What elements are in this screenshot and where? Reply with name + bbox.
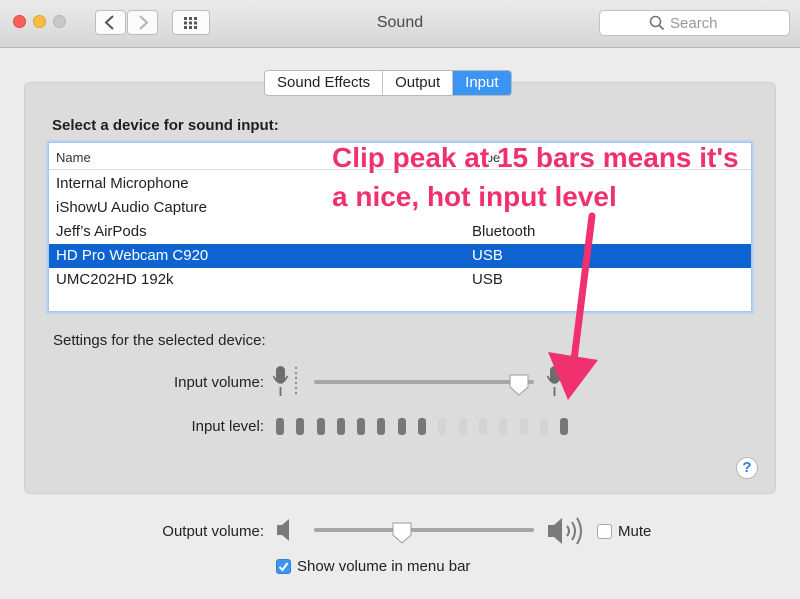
checkmark-icon [278,562,289,572]
device-name: Internal Microphone [56,175,189,192]
search-icon [649,15,665,31]
table-row[interactable]: UMC202HD 192k USB [49,268,751,292]
level-bar [438,418,447,435]
level-bar [499,418,508,435]
settings-heading: Settings for the selected device: [53,332,266,349]
level-bar [539,418,548,435]
input-level-label: Input level: [191,418,264,435]
tab-output[interactable]: Output [383,71,454,95]
device-type: USB [472,247,503,264]
help-button[interactable]: ? [736,457,758,479]
speaker-high-icon [548,517,582,545]
level-bar [418,418,427,435]
input-level-meter [276,418,580,435]
device-name: UMC202HD 192k [56,271,174,288]
device-name: iShowU Audio Capture [56,199,207,216]
mute-checkbox[interactable] [597,524,612,539]
device-type: Bluetooth [472,223,536,240]
show-volume-checkbox[interactable] [276,559,291,574]
level-bar [519,418,528,435]
level-bar [296,418,305,435]
show-volume-label: Show volume in menu bar [297,558,471,575]
annotation-line-2: a nice, hot input level [332,181,617,212]
device-name: HD Pro Webcam C920 [56,247,209,264]
output-volume-track [314,528,534,532]
output-volume-slider[interactable] [391,521,413,545]
device-type: USB [472,271,503,288]
table-row[interactable]: Jeff’s AirPods Bluetooth [49,220,751,244]
level-bar [478,418,487,435]
level-bar [316,418,325,435]
level-peak-bar [560,418,569,435]
level-bar [377,418,386,435]
column-header-name[interactable]: Name [56,150,91,165]
speaker-low-icon [277,519,289,541]
device-name: Jeff’s AirPods [56,223,147,240]
level-bar [276,418,284,435]
search-field[interactable]: Search [599,10,790,36]
level-bar [458,418,467,435]
output-volume-label: Output volume: [162,523,264,540]
tab-input[interactable]: Input [453,71,511,95]
annotation-text: Clip peak at 15 bars means it's a nice, … [332,138,739,216]
level-bar [397,418,406,435]
annotation-line-1: Clip peak at 15 bars means it's [332,142,739,173]
input-volume-slider[interactable] [508,373,530,397]
select-device-heading: Select a device for sound input: [52,117,279,134]
input-volume-label: Input volume: [173,374,264,391]
table-row-selected[interactable]: HD Pro Webcam C920 USB [49,244,751,268]
tab-sound-effects[interactable]: Sound Effects [265,71,384,95]
title-bar: Sound Search [0,0,800,48]
input-volume-track [314,380,534,384]
level-bar [336,418,345,435]
annotation-arrow-icon [548,212,598,400]
mute-label: Mute [618,523,652,540]
level-bar [357,418,366,435]
search-placeholder: Search [670,15,718,32]
microphone-low-icon [272,366,298,396]
tab-bar: Sound Effects Output Input [264,70,512,96]
